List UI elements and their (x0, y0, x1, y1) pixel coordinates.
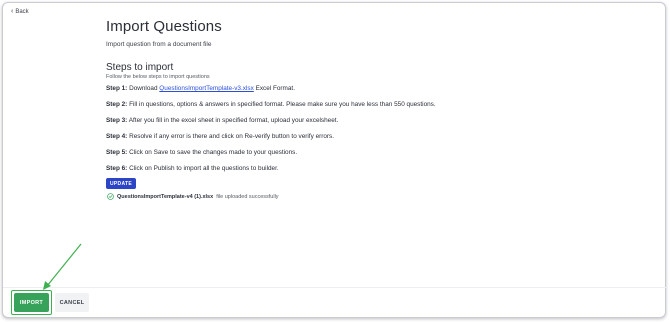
step-4: Step 4: Resolve if any error is there an… (106, 133, 334, 140)
back-link[interactable]: ‹ Back (11, 8, 29, 15)
step-text: Download (129, 85, 158, 92)
chevron-left-icon: ‹ (11, 8, 14, 15)
back-label: Back (15, 9, 29, 15)
footer-divider (3, 287, 667, 288)
step-text: Click on Save to save the changes made t… (129, 149, 298, 156)
step-6: Step 6: Click on Publish to import all t… (106, 165, 279, 172)
page-header: Import Questions Import question from a … (106, 18, 586, 48)
import-questions-panel: ‹ Back (2, 2, 666, 318)
step-label: Step 3: (106, 117, 128, 124)
step-label: Step 5: (106, 149, 128, 156)
step-2: Step 2: Fill in questions, options & ans… (106, 101, 436, 108)
upload-status: QuestionsImportTemplate-v4 (1).xlsx file… (107, 193, 279, 200)
steps-heading: Steps to import (106, 62, 174, 73)
step-label: Step 2: (106, 101, 128, 108)
steps-description: Follow the below steps to import questio… (106, 74, 210, 80)
template-download-link[interactable]: QuestionsImportTemplate-v3.xlsx (159, 85, 253, 92)
step-label: Step 6: (106, 165, 128, 172)
check-circle-icon (107, 193, 114, 200)
update-button[interactable]: UPDATE (106, 178, 136, 189)
step-label: Step 4: (106, 133, 128, 140)
step-text: After you fill in the excel sheet in spe… (128, 117, 339, 124)
page-subtitle: Import question from a document file (106, 41, 212, 48)
import-button[interactable]: IMPORT (14, 293, 49, 312)
page-title: Import Questions (106, 18, 222, 35)
step-text: Excel Format. (255, 85, 295, 92)
step-text: Click on Publish to import all the quest… (129, 165, 279, 172)
uploaded-filename: QuestionsImportTemplate-v4 (1).xlsx (117, 193, 214, 200)
step-text: Fill in questions, options & answers in … (129, 101, 436, 108)
step-1: Step 1: Download QuestionsImportTemplate… (106, 85, 295, 92)
step-label: Step 1: (106, 85, 128, 92)
cancel-button[interactable]: CANCEL (55, 293, 89, 312)
step-5: Step 5: Click on Save to save the change… (106, 149, 297, 156)
step-text: Resolve if any error is there and click … (129, 133, 335, 140)
upload-message: file uploaded successfully (216, 193, 279, 200)
step-3: Step 3: After you fill in the excel shee… (106, 117, 338, 124)
